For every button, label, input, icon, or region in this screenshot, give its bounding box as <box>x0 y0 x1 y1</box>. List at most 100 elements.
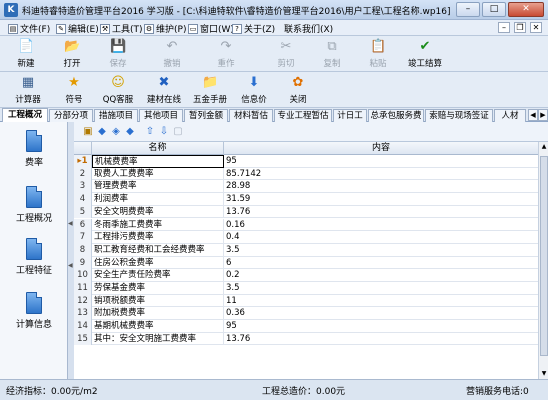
row-name-cell[interactable]: 职工教育经费和工会经费费率 <box>92 243 224 257</box>
row-name-cell[interactable]: 利润费率 <box>92 193 224 206</box>
row-value-cell[interactable]: 3.5 <box>224 244 538 257</box>
menu-tools[interactable]: ⚒ 工具(T) <box>100 22 143 35</box>
row-name-cell[interactable]: 安全生产责任险费率 <box>92 269 224 282</box>
table-row[interactable]: 7 工程排污费费率 0.4 <box>74 231 538 244</box>
row-name-cell[interactable]: 销项税额费率 <box>92 294 224 308</box>
row-value-cell[interactable]: 85.7142 <box>224 168 538 181</box>
minimize-button[interactable]: – <box>456 2 480 17</box>
symbol-button[interactable]: ★ 符号 <box>54 74 94 106</box>
row-name-cell[interactable]: 安全文明费费率 <box>92 205 224 219</box>
menu-contact[interactable]: 联系我们(X) <box>284 22 333 35</box>
row-name-cell[interactable]: 其中：安全文明施工费费率 <box>92 332 224 346</box>
tab-claims-visa[interactable]: 索赔与现场签证 <box>425 109 493 122</box>
tab-divisions[interactable]: 分部分项 <box>49 109 93 122</box>
close-tool-button[interactable]: ✿ 关闭 <box>278 74 318 106</box>
table-row[interactable]: 3 管理费费率 28.98 <box>74 180 538 194</box>
mdi-close-button[interactable]: ✕ <box>530 22 542 33</box>
table-row[interactable]: 11 劳保基金费率 3.5 <box>74 282 538 295</box>
table-row[interactable]: 5 安全文明费费率 13.76 <box>74 205 538 219</box>
sidebar-item-calc-info[interactable]: 计算信息 <box>6 292 62 342</box>
hardware-manual-button[interactable]: 📁 五金手册 <box>188 74 232 106</box>
table-row[interactable]: ▸1 机械费费率 95 <box>74 155 538 168</box>
scroll-down-icon[interactable]: ▼ <box>539 369 548 379</box>
folder-icon[interactable]: ▣ <box>82 126 94 138</box>
qq-service-button[interactable]: ☺ QQ客服 <box>98 74 138 106</box>
table-row[interactable]: 4 利润费率 31.59 <box>74 193 538 206</box>
scroll-up-icon[interactable]: ▲ <box>539 142 548 152</box>
cut-button[interactable]: ✂ 剪切 <box>266 38 306 70</box>
table-row[interactable]: 2 取费人工费费率 85.7142 <box>74 167 538 181</box>
tab-general-contract-fee[interactable]: 总承包服务费 <box>368 109 424 122</box>
table-row[interactable]: 13 附加税费费率 0.36 <box>74 307 538 321</box>
tab-project-overview[interactable]: 工程概况 <box>2 108 48 122</box>
tab-scroll-right-icon[interactable]: ▶ <box>538 109 548 121</box>
menu-maintain[interactable]: ⚙ 维护(P) <box>144 22 186 35</box>
row-value-cell[interactable]: 28.98 <box>224 180 538 193</box>
tab-material-estimate[interactable]: 材料暂估 <box>229 109 273 122</box>
info-price-button[interactable]: ⬇ 信息价 <box>234 74 274 106</box>
move-up-icon[interactable]: ⇧ <box>144 126 156 138</box>
redo-button[interactable]: ↷ 重作 <box>206 38 246 70</box>
row-value-cell[interactable]: 0.4 <box>224 231 538 244</box>
copy-button[interactable]: ⧉ 复制 <box>312 38 352 70</box>
sidebar-item-rates[interactable]: 费率 <box>6 130 62 180</box>
table-row[interactable]: 14 基期机械费费率 95 <box>74 320 538 333</box>
menu-edit[interactable]: ✎ 编辑(E) <box>56 22 99 35</box>
row-value-cell[interactable]: 13.76 <box>224 206 538 219</box>
tab-scroll-left-icon[interactable]: ◀ <box>528 109 538 121</box>
row-value-cell[interactable]: 0.2 <box>224 269 538 282</box>
tab-measures[interactable]: 措施项目 <box>94 109 138 122</box>
tab-daywork[interactable]: 计日工 <box>333 109 367 122</box>
row-value-cell[interactable]: 13.76 <box>224 333 538 346</box>
maximize-button[interactable]: □ <box>482 2 506 17</box>
row-value-cell[interactable]: 31.59 <box>224 193 538 206</box>
table-row[interactable]: 6 冬雨季施工费费率 0.16 <box>74 218 538 232</box>
row-name-cell[interactable]: 冬雨季施工费费率 <box>92 218 224 232</box>
scroll-thumb[interactable] <box>540 156 548 356</box>
close-button[interactable]: ✕ <box>508 2 544 17</box>
menu-about[interactable]: ? 关于(Z) <box>232 22 275 35</box>
row-name-cell[interactable]: 住房公积金费率 <box>92 256 224 270</box>
sidebar-item-overview[interactable]: 工程概况 <box>6 186 62 236</box>
tab-provisional-sum[interactable]: 暂列金额 <box>184 109 228 122</box>
row-name-cell[interactable]: 取费人工费费率 <box>92 167 224 181</box>
row-name-cell[interactable]: 工程排污费费率 <box>92 231 224 244</box>
append-icon[interactable]: ◈ <box>110 126 122 138</box>
menu-window[interactable]: ▭ 窗口(W) <box>188 22 234 35</box>
delete-icon[interactable]: ◆ <box>124 126 136 138</box>
new-button[interactable]: 📄 新建 <box>6 38 46 70</box>
table-row[interactable]: 12 销项税额费率 11 <box>74 294 538 308</box>
row-name-cell[interactable]: 管理费费率 <box>92 180 224 194</box>
row-value-cell[interactable]: 95 <box>224 155 538 168</box>
table-row[interactable]: 8 职工教育经费和工会经费费率 3.5 <box>74 243 538 257</box>
row-name-cell[interactable]: 基期机械费费率 <box>92 320 224 333</box>
calculator-button[interactable]: ▦ 计算器 <box>8 74 48 106</box>
row-name-cell[interactable]: 机械费费率 <box>92 155 224 168</box>
save-button[interactable]: 💾 保存 <box>98 38 138 70</box>
table-row[interactable]: 10 安全生产责任险费率 0.2 <box>74 269 538 282</box>
table-row[interactable]: 9 住房公积金费率 6 <box>74 256 538 270</box>
undo-button[interactable]: ↶ 撤销 <box>152 38 192 70</box>
sidebar-item-features[interactable]: 工程特征 <box>6 238 62 288</box>
open-button[interactable]: 📂 打开 <box>52 38 92 70</box>
tab-specialty-estimate[interactable]: 专业工程暂估 <box>274 109 332 122</box>
materials-online-button[interactable]: ✖ 建材在线 <box>142 74 186 106</box>
menu-file[interactable]: ▤ 文件(F) <box>8 22 50 35</box>
tab-labor-materials[interactable]: 人材 <box>494 109 526 122</box>
grid-scrollbar[interactable]: ▲ ▼ <box>538 142 548 379</box>
row-name-cell[interactable]: 劳保基金费率 <box>92 282 224 295</box>
insert-icon[interactable]: ◆ <box>96 126 108 138</box>
final-settlement-button[interactable]: ✔ 竣工结算 <box>402 38 448 70</box>
row-value-cell[interactable]: 95 <box>224 320 538 333</box>
table-row[interactable]: 15 其中：安全文明施工费费率 13.76 <box>74 332 538 346</box>
row-name-cell[interactable]: 附加税费费率 <box>92 307 224 321</box>
row-value-cell[interactable]: 11 <box>224 295 538 308</box>
mdi-restore-button[interactable]: ❐ <box>514 22 526 33</box>
paste-button[interactable]: 📋 粘贴 <box>358 38 398 70</box>
mdi-minimize-button[interactable]: – <box>498 22 510 33</box>
row-value-cell[interactable]: 3.5 <box>224 282 538 295</box>
row-value-cell[interactable]: 0.36 <box>224 307 538 320</box>
row-value-cell[interactable]: 0.16 <box>224 219 538 232</box>
tab-other-items[interactable]: 其他项目 <box>139 109 183 122</box>
row-value-cell[interactable]: 6 <box>224 257 538 270</box>
